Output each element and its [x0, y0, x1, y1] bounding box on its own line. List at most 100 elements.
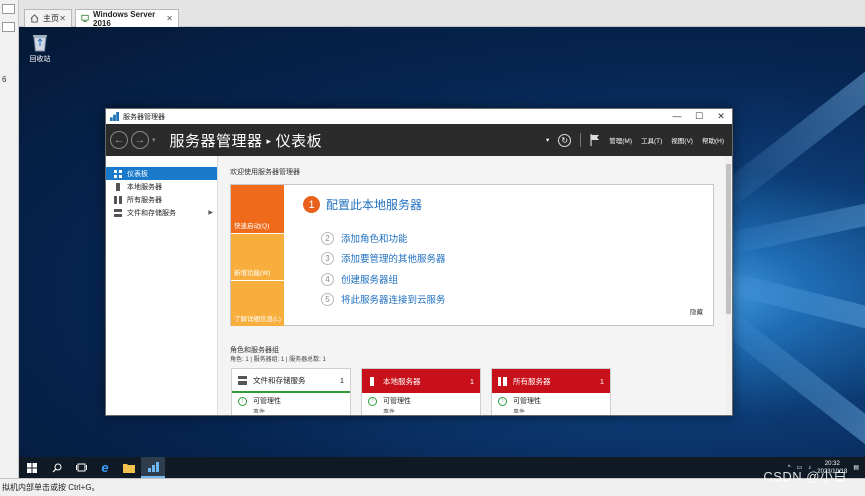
menu-manage[interactable]: 管理(M)	[609, 135, 632, 145]
arrow-left-icon: ←	[113, 134, 125, 146]
step-label: 配置此本地服务器	[326, 198, 423, 212]
home-icon	[30, 14, 39, 23]
tile-manageability[interactable]: ↑ 可管理性	[362, 395, 480, 407]
status-ok-icon: ↑	[238, 396, 247, 406]
tile-events[interactable]: 事件	[232, 407, 350, 413]
search-button[interactable]	[45, 457, 69, 478]
host-panel-control[interactable]	[2, 22, 15, 32]
tab-home-label: 主页	[43, 14, 59, 23]
tab-whats-new[interactable]: 新增功能(W)	[231, 233, 284, 280]
tab-windows-server[interactable]: Windows Server 2016 ✕	[75, 9, 179, 28]
vertical-scrollbar[interactable]	[725, 156, 732, 415]
step-label: 添加角色和功能	[341, 234, 408, 245]
maximize-button[interactable]: ☐	[688, 111, 710, 122]
tile-manageability[interactable]: ↑ 可管理性	[232, 395, 350, 407]
taskbar-explorer[interactable]	[117, 457, 141, 478]
breadcrumb-page: 仪表板	[275, 132, 323, 150]
step-add-roles[interactable]: 2 添加角色和功能	[321, 231, 408, 245]
sidebar-item-all-servers[interactable]: 所有服务器	[106, 193, 217, 206]
notification-icon[interactable]: ▤	[853, 464, 859, 471]
watermark: CSDN @小白	[763, 469, 847, 484]
step-configure-local-server[interactable]: 1 配置此本地服务器	[303, 196, 422, 213]
step-number: 5	[321, 292, 334, 306]
menu-help[interactable]: 帮助(H)	[702, 135, 724, 145]
arrow-right-icon: →	[134, 134, 146, 146]
role-tile-file-storage[interactable]: 文件和存储服务 1 ↑ 可管理性 事件	[231, 368, 351, 415]
server-icon	[370, 376, 374, 386]
tile-row-label: 可管理性	[513, 398, 541, 405]
tile-header: 所有服务器 1	[492, 369, 610, 393]
menu-tools[interactable]: 工具(T)	[641, 135, 662, 145]
tile-events[interactable]: 事件	[362, 407, 480, 413]
recycle-bin-label: 回收站	[29, 56, 51, 63]
minimize-button[interactable]: —	[666, 111, 688, 122]
role-tile-local-server[interactable]: 本地服务器 1 ↑ 可管理性 事件	[361, 368, 481, 415]
divider	[580, 133, 582, 147]
breadcrumb-separator: ▸	[266, 136, 272, 147]
taskbar-server-manager[interactable]	[141, 457, 165, 478]
command-bar-right: ▾ ↻ 管理(M) 工具(T) 视图(V) 帮助(H)	[546, 124, 724, 156]
tab-whats-new-label: 新增功能(W)	[234, 270, 271, 277]
tile-row-label: 可管理性	[383, 398, 411, 405]
recycle-bin-icon	[33, 35, 47, 52]
taskbar: e ^ ▭ ♪ 20:32 2023/10/18 ▤	[19, 457, 865, 478]
scrollbar-thumb[interactable]	[726, 164, 731, 314]
breadcrumb-app[interactable]: 服务器管理器	[170, 133, 263, 150]
sidebar-item-local-server[interactable]: 本地服务器	[106, 180, 217, 193]
step-number: 1	[303, 196, 320, 213]
history-dropdown-icon[interactable]: ▾	[152, 136, 156, 144]
step-create-group[interactable]: 4 创建服务器组	[321, 272, 398, 286]
sidebar-item-label: 所有服务器	[127, 196, 162, 204]
step-connect-cloud[interactable]: 5 将此服务器连接到云服务	[321, 292, 446, 306]
tile-events[interactable]: 事件	[492, 407, 610, 413]
recycle-bin[interactable]: 回收站	[25, 32, 55, 64]
window-titlebar[interactable]: 服务器管理器 — ☐ ✕	[106, 109, 732, 124]
close-button[interactable]: ✕	[710, 111, 732, 122]
desktop: 回收站 服务器管理器 — ☐ ✕ ← → ▾ 服务器管理器▸仪表板 ▾ ↻	[19, 27, 865, 457]
task-view-button[interactable]	[69, 457, 93, 478]
tab-learn-more-label: 了解详细信息(L)	[234, 316, 281, 323]
vm-tab-bar: 主页 ✕ Windows Server 2016 ✕	[19, 0, 865, 28]
tab-vm-label: Windows Server 2016	[93, 9, 156, 28]
tab-learn-more[interactable]: 了解详细信息(L)	[231, 280, 284, 326]
back-button[interactable]: ←	[110, 131, 128, 149]
host-panel-digit: 6	[2, 75, 7, 84]
refresh-icon: ↻	[561, 135, 569, 145]
step-add-servers[interactable]: 3 添加要管理的其他服务器	[321, 251, 446, 265]
close-icon[interactable]: ✕	[166, 14, 173, 23]
forward-button[interactable]: →	[131, 131, 149, 149]
windows-logo-icon	[27, 462, 37, 473]
tile-manageability[interactable]: ↑ 可管理性	[492, 395, 610, 407]
step-number: 4	[321, 272, 334, 286]
dashboard-icon	[114, 169, 122, 178]
sidebar: 仪表板 本地服务器 所有服务器 文件和存储服务 ▶	[106, 156, 218, 415]
menu-view[interactable]: 视图(V)	[671, 135, 693, 145]
chevron-right-icon[interactable]: ▶	[208, 209, 213, 216]
tile-count: 1	[339, 375, 344, 385]
start-button[interactable]	[19, 457, 45, 478]
tile-row-label: 可管理性	[253, 398, 281, 405]
internet-explorer-icon: e	[101, 460, 109, 475]
tab-home[interactable]: 主页 ✕	[24, 9, 72, 27]
vm-icon	[81, 14, 89, 22]
host-panel-control[interactable]	[2, 4, 15, 14]
close-icon[interactable]: ✕	[59, 14, 66, 23]
sidebar-item-dashboard[interactable]: 仪表板	[106, 167, 217, 180]
hide-link[interactable]: 隐藏	[690, 306, 703, 316]
server-manager-icon	[147, 461, 159, 472]
folder-icon	[123, 463, 135, 473]
host-status-bar: 拟机内部单击或按 Ctrl+G。	[0, 478, 865, 496]
server-manager-icon	[110, 112, 119, 121]
tab-quick-start-label: 快速启动(Q)	[234, 223, 270, 230]
tile-header: 本地服务器 1	[362, 369, 480, 393]
taskbar-ie[interactable]: e	[93, 457, 117, 478]
tab-quick-start[interactable]: 快速启动(Q)	[231, 185, 284, 233]
notifications-flag-icon[interactable]	[590, 134, 600, 146]
role-tile-all-servers[interactable]: 所有服务器 1 ↑ 可管理性 事件	[491, 368, 611, 415]
status-ok-icon: ↑	[498, 396, 507, 406]
sidebar-item-file-storage[interactable]: 文件和存储服务 ▶	[106, 206, 217, 219]
tile-title: 所有服务器	[513, 376, 551, 386]
command-bar: ← → ▾ 服务器管理器 ▸ 仪表板 ▾ ↻ 管理(M) 工具(T) 视图(V) 帮…	[106, 124, 732, 156]
refresh-dropdown-icon[interactable]: ▾	[546, 136, 549, 144]
refresh-button[interactable]: ↻	[558, 133, 572, 147]
